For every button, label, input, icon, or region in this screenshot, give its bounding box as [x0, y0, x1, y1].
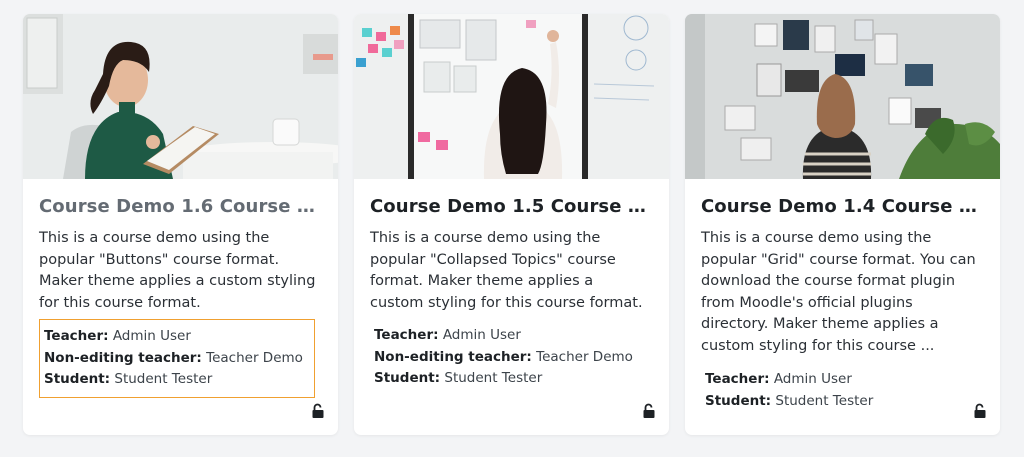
course-title-link[interactable]: Course Demo 1.5 Course De...: [370, 196, 651, 217]
course-contacts: Teacher: Admin User Student: Student Tes…: [701, 363, 977, 418]
course-title-link[interactable]: Course Demo 1.4 Course De...: [701, 196, 982, 217]
course-contacts: Teacher: Admin User Non-editing teacher:…: [39, 319, 315, 398]
contact-name[interactable]: Admin User: [113, 328, 191, 344]
unlock-icon[interactable]: [641, 403, 657, 419]
contact-row: Student: Student Tester: [374, 368, 642, 390]
contact-role: Student:: [705, 392, 772, 409]
course-summary: This is a course demo using the popular …: [701, 230, 976, 354]
course-summary: This is a course demo using the popular …: [39, 230, 316, 311]
course-contacts: Teacher: Admin User Non-editing teacher:…: [370, 319, 646, 396]
contact-role: Teacher:: [44, 328, 109, 344]
course-image[interactable]: [23, 14, 338, 179]
contact-row: Teacher: Admin User: [705, 369, 973, 391]
contact-row: Non-editing teacher: Teacher Demo: [44, 348, 310, 370]
contact-row: Student: Student Tester: [705, 391, 973, 413]
contact-role: Teacher:: [705, 371, 770, 387]
contact-name[interactable]: Student Tester: [114, 371, 212, 387]
contact-role: Teacher:: [374, 327, 439, 343]
contact-name[interactable]: Student Tester: [775, 393, 873, 409]
contact-role: Non-editing teacher:: [44, 349, 202, 366]
unlock-icon[interactable]: [310, 403, 326, 419]
course-card[interactable]: Course Demo 1.6 Course De... This is a c…: [23, 14, 338, 435]
contact-name[interactable]: Admin User: [443, 327, 521, 343]
contact-role: Non-editing teacher:: [374, 348, 532, 365]
course-title-link[interactable]: Course Demo 1.6 Course De...: [39, 196, 320, 217]
contact-name[interactable]: Admin User: [774, 371, 852, 387]
course-card[interactable]: Course Demo 1.5 Course De... This is a c…: [354, 14, 669, 435]
course-card[interactable]: Course Demo 1.4 Course De... This is a c…: [685, 14, 1000, 435]
contact-name[interactable]: Student Tester: [444, 370, 542, 386]
unlock-icon[interactable]: [972, 403, 988, 419]
contact-name[interactable]: Teacher Demo: [536, 349, 633, 365]
contact-name[interactable]: Teacher Demo: [206, 350, 303, 366]
contact-row: Student: Student Tester: [44, 369, 310, 391]
contact-row: Teacher: Admin User: [374, 325, 642, 347]
contact-role: Student:: [374, 370, 441, 387]
course-image[interactable]: [685, 14, 1000, 179]
course-image[interactable]: [354, 14, 669, 179]
contact-row: Non-editing teacher: Teacher Demo: [374, 347, 642, 369]
course-summary: This is a course demo using the popular …: [370, 230, 643, 311]
contact-role: Student:: [44, 371, 111, 388]
contact-row: Teacher: Admin User: [44, 326, 310, 348]
